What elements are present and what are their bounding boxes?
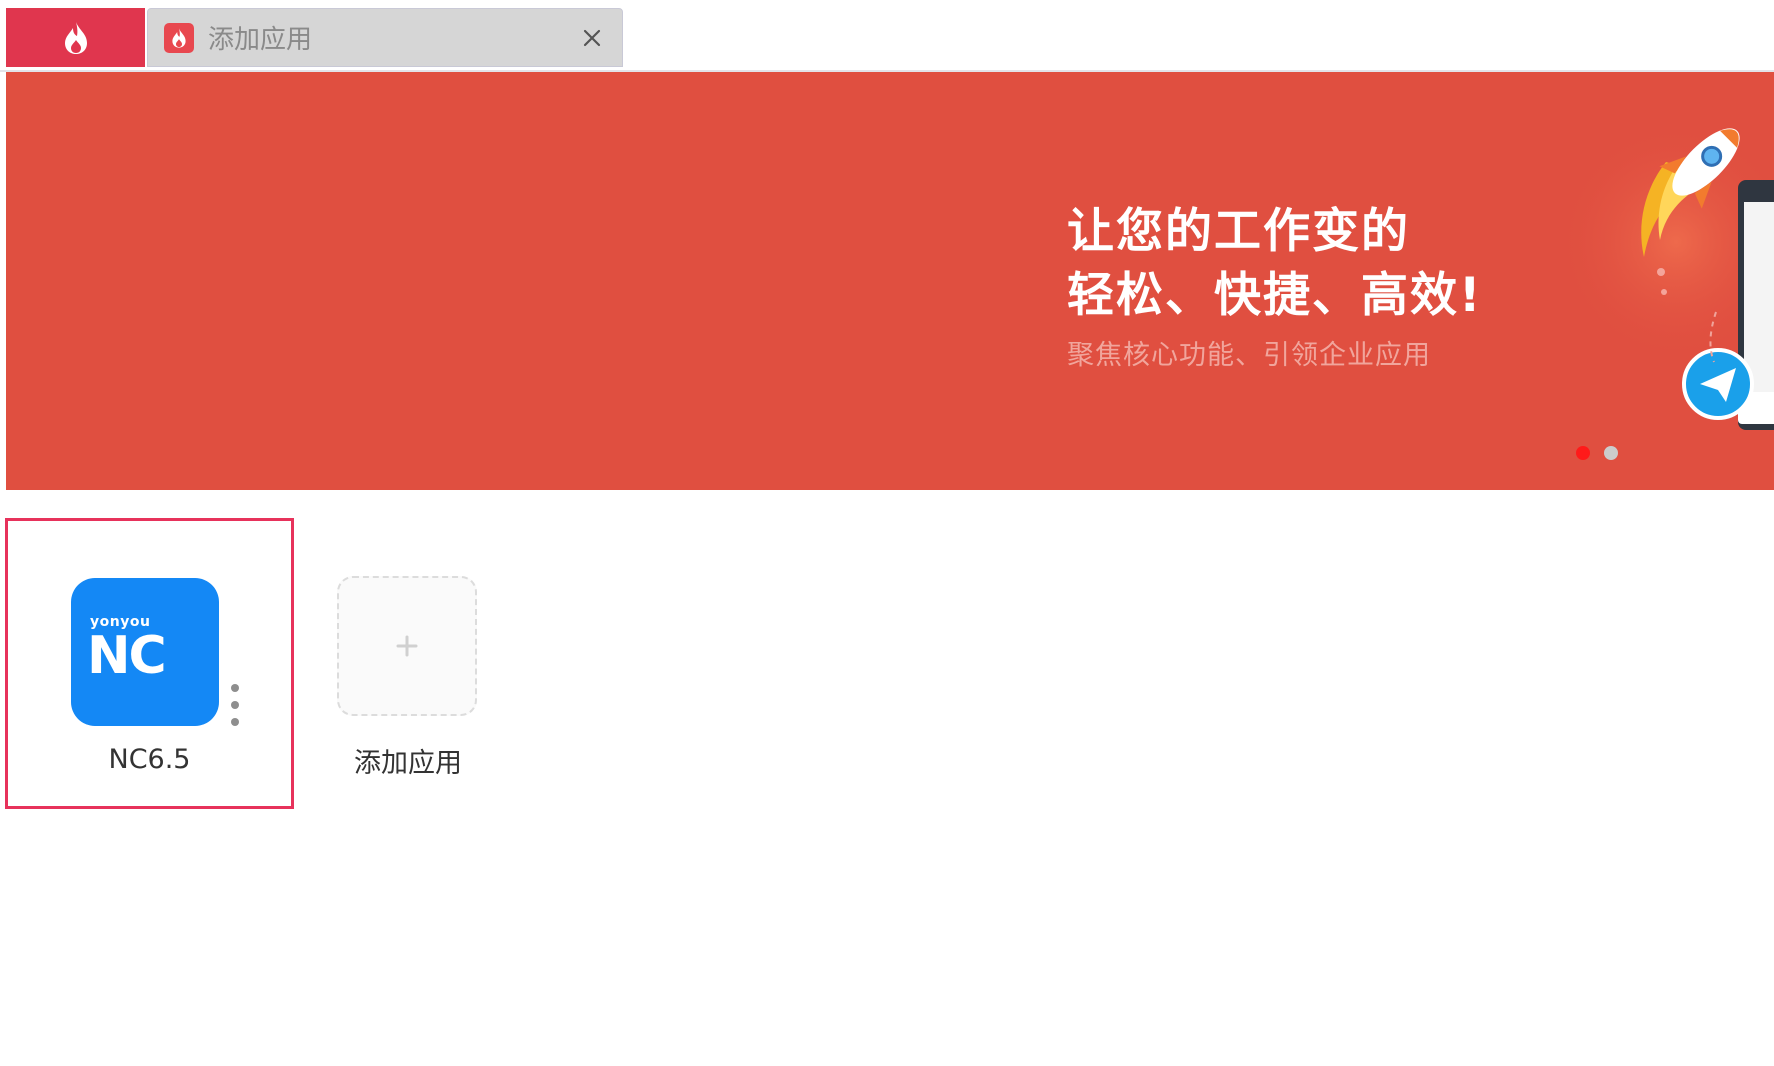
tab-bar: 添加应用	[0, 0, 1774, 72]
tab-title: 添加应用	[208, 25, 313, 55]
flame-logo-icon	[64, 21, 87, 54]
promo-banner[interactable]: 让您的工作变的 轻松、快捷、高效! 聚焦核心功能、引领企业应用	[6, 72, 1774, 490]
carousel-dot-2[interactable]	[1604, 446, 1618, 460]
close-icon[interactable]	[574, 20, 610, 56]
carousel-indicator	[1576, 446, 1618, 460]
tab-add-app[interactable]: 添加应用	[147, 8, 623, 67]
flame-logo-icon	[164, 22, 194, 53]
add-app-button[interactable]	[337, 576, 477, 716]
carousel-dot-1[interactable]	[1576, 446, 1590, 460]
banner-headline: 让您的工作变的 轻松、快捷、高效!	[1067, 204, 1483, 323]
home-tab[interactable]	[6, 8, 145, 67]
app-tile-nc65[interactable]: yonyou NC NC6.5	[5, 518, 294, 809]
add-app-tile[interactable]: 添加应用	[333, 576, 483, 779]
nc-app-icon[interactable]: yonyou NC	[71, 578, 219, 726]
plus-icon	[396, 635, 418, 657]
more-vertical-icon[interactable]	[230, 684, 240, 726]
app-label: NC6.5	[108, 744, 191, 775]
nc-icon-brand-big: NC	[87, 626, 167, 686]
banner-subline: 聚焦核心功能、引领企业应用	[1067, 340, 1431, 371]
rocket-illustration-icon	[1566, 122, 1774, 430]
add-app-label: 添加应用	[354, 748, 462, 779]
